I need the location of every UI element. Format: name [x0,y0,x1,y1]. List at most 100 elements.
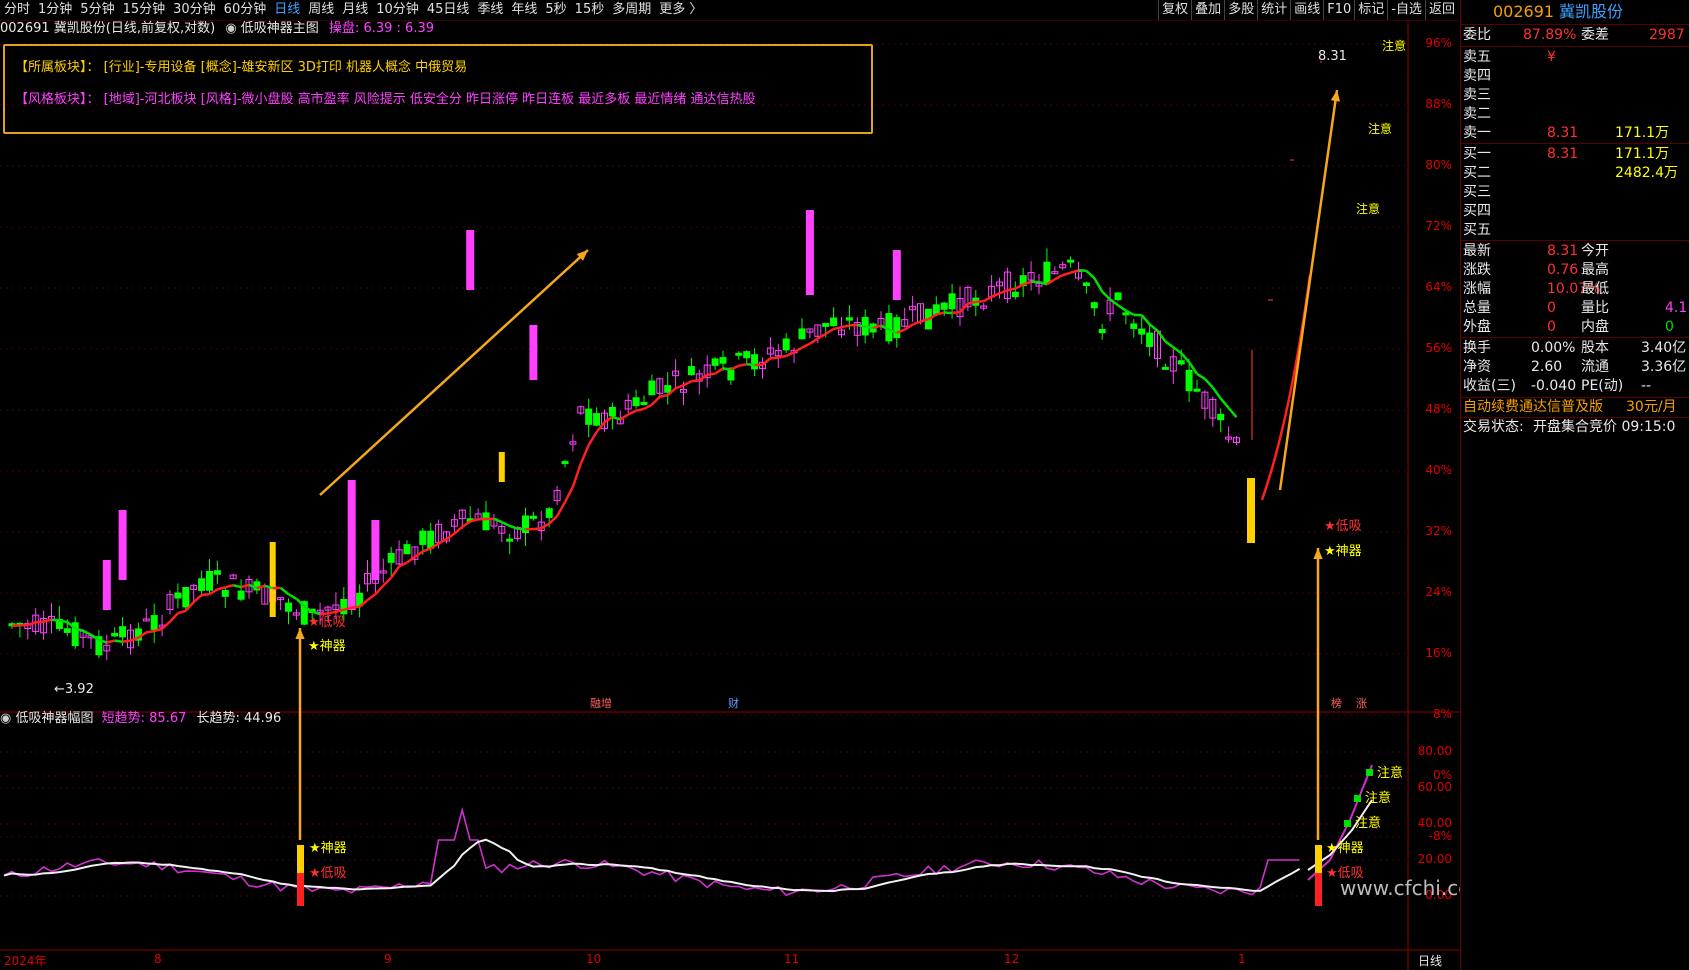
period-tab-16[interactable]: 更多 〉 [655,0,706,20]
period-tab-11[interactable]: 季线 [473,0,507,20]
candle-body [1138,328,1146,335]
tool-button-7[interactable]: -自选 [1387,0,1425,20]
ma-segment [27,621,37,626]
ma-segment [35,620,44,624]
period-tab-6[interactable]: 日线 [270,0,304,20]
tool-button-3[interactable]: 统计 [1257,0,1290,20]
candle-body [285,602,292,612]
date-label: 11 [784,952,800,966]
sub-chart-name[interactable]: 低吸神器幅图 [15,711,93,726]
ask-volume: 171.1万 [1615,125,1670,141]
tool-button-8[interactable]: 返回 [1424,0,1458,20]
stat-value: -- [1641,378,1652,394]
candle-body [940,302,948,310]
period-tab-15[interactable]: 多周期 [608,0,655,20]
ma-segment [1117,304,1127,312]
ma-segment [461,520,471,528]
ma-segment [1203,378,1214,389]
signal-arrow-head [295,628,305,640]
period-tab-12[interactable]: 年线 [507,0,541,20]
candle-body [182,586,190,608]
ma-segment [509,524,519,530]
ad-price[interactable]: 30元/月 [1626,398,1677,417]
ma-segment [707,372,716,377]
period-tab-7[interactable]: 周线 [304,0,338,20]
long-trend-line [3,838,1301,893]
ma-segment [675,384,684,390]
tool-button-0[interactable]: 复权 [1158,0,1191,20]
zhuyi-signal: 注意 [1368,121,1392,136]
period-tab-13[interactable]: 5秒 [541,0,570,20]
ask-label: 卖一 [1463,125,1491,141]
ma-segment [587,431,598,446]
candle-body [664,385,672,393]
ma-segment [691,379,700,383]
tool-buttons: 复权 叠加 多股 统计 画线 F10 标记 -自选 返回 [1158,0,1458,20]
ma-segment [398,561,408,568]
ma-segment [1093,277,1104,293]
tool-button-2[interactable]: 多股 [1224,0,1257,20]
candle-body [221,589,229,597]
ma-segment [975,299,984,304]
period-tab-14[interactable]: 15秒 [571,0,609,20]
ma-segment [967,300,977,305]
ad-text[interactable]: 自动续费通达信普及版 [1463,398,1603,417]
candle-body [1067,259,1075,263]
period-tab-1[interactable]: 1分钟 [34,0,76,20]
ma-segment [19,623,28,627]
ma-segment [422,547,432,553]
short-trend-value: 短趋势: 85.67 [101,711,187,726]
ma-segment [999,289,1008,295]
ma-segment [1014,283,1024,290]
candle-body [237,590,245,600]
ma-segment [1070,269,1079,274]
tool-button-5[interactable]: F10 [1323,0,1354,20]
period-tab-9[interactable]: 10分钟 [372,0,423,20]
ma-segment [169,612,179,623]
ma-segment [177,609,187,615]
event-marker: 涨 [1356,697,1367,710]
period-toolbar: 分时 1分钟 5分钟 15分钟 30分钟 60分钟 日线 周线 月线 10分钟 45日线 季线 年线 5秒… [0,0,1460,21]
period-tab-8[interactable]: 月线 [338,0,372,20]
candle-body [1177,360,1185,365]
candle-body [213,570,221,575]
ma-segment [122,639,131,643]
tool-button-4[interactable]: 画线 [1290,0,1323,20]
stat-value: 0 [1665,319,1674,335]
date-label: 2024年 [4,954,47,968]
sub-toggle-icon[interactable]: ◉ [0,711,11,726]
highlight-candle [347,480,356,610]
period-tab-2[interactable]: 5分钟 [76,0,118,20]
date-label: 8 [154,952,162,966]
event-marker: 财 [728,696,739,710]
bid-price: 8.31 [1547,146,1579,162]
event-marker: 榜 [1331,696,1342,710]
candle-body [798,328,806,340]
period-tab-0[interactable]: 分时 [0,0,34,20]
candle-body [174,592,182,599]
period-tab-4[interactable]: 30分钟 [169,0,220,20]
kline-chart[interactable]: ★神器★低吸★神器★低吸注意注意注意 8.31注意注意注意←3.92★低吸★神器… [0,20,1460,970]
ma-segment [991,292,1000,298]
tool-button-6[interactable]: 标记 [1354,0,1387,20]
stat-label: 内盘 [1581,319,1609,335]
signal-candle [1247,478,1255,543]
period-tab-3[interactable]: 15分钟 [119,0,170,20]
zhuyi-signal: 注意 [1365,790,1391,806]
zhuyi-marker [1344,820,1351,827]
ma-segment [682,380,692,387]
tool-button-1[interactable]: 叠加 [1191,0,1224,20]
shenqi-signal: ★神器 [308,639,346,654]
ma-segment [563,486,575,503]
period-tab-5[interactable]: 60分钟 [220,0,271,20]
stat-label: 流通 [1581,359,1609,375]
bid-label: 买二 [1463,165,1491,181]
candle-body [593,413,601,426]
sector-style-text: [地域]-河北板块 [风格]-微小盘股 高市盈率 风险提示 低安全分 昨日涨停 … [103,92,756,107]
y-axis-label: 72% [1425,219,1452,233]
ma-segment [224,584,234,589]
candle-body [632,397,640,407]
ma-segment [114,639,123,643]
period-tab-10[interactable]: 45日线 [423,0,474,20]
ma-segment [201,592,210,597]
